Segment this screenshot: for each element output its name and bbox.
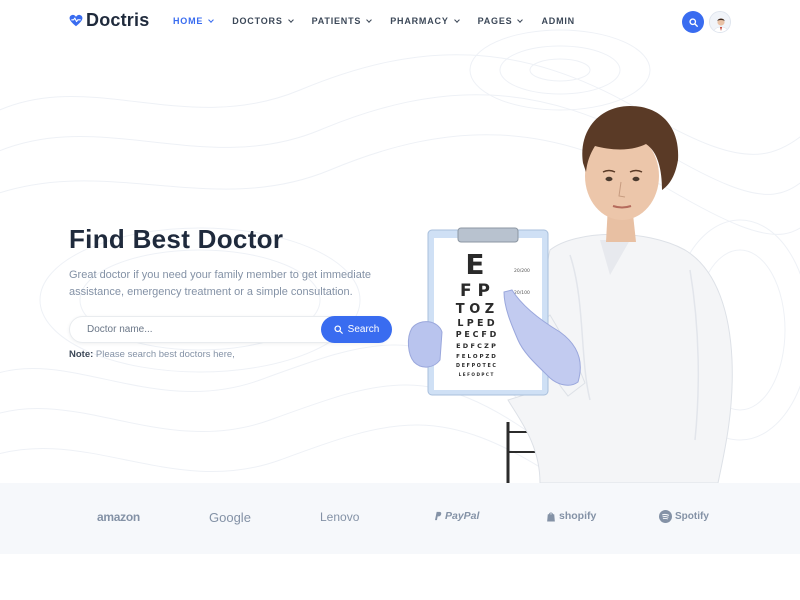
header-search-button[interactable] — [682, 11, 704, 33]
nav-label: PATIENTS — [311, 16, 362, 26]
site-header: Doctris HOME DOCTORS PATIENTS PHARMACY P… — [0, 0, 800, 44]
user-avatar[interactable] — [709, 11, 731, 33]
eye-chart-row: F E L O P Z D — [456, 354, 496, 360]
eye-chart-row: F P — [460, 281, 490, 301]
partner-logo-spotify: Spotify — [659, 510, 709, 523]
paypal-icon — [435, 511, 442, 521]
hero-description: Great doctor if you need your family mem… — [69, 269, 372, 298]
chevron-down-icon — [453, 16, 460, 23]
eye-chart-acuity: 20/200 — [514, 268, 530, 274]
nav-item-pages[interactable]: PAGES — [477, 16, 524, 26]
eye-chart-row: E — [465, 248, 484, 281]
eye-chart-row: L P E D — [457, 318, 494, 329]
search-note: Note: Please search best doctors here, — [69, 349, 235, 360]
partner-logo-lenovo: Lenovo — [320, 510, 359, 524]
doctor-hero-image: E F P T O Z L P E D P E C F D E D F C Z … — [407, 106, 733, 483]
eye-chart-acuity: 20/100 — [514, 290, 530, 296]
partner-logo-google: Google — [209, 510, 251, 525]
eye-chart-row: D E F P O T E C — [456, 363, 496, 369]
nav-label: ADMIN — [541, 16, 575, 26]
eye-chart-row: P E C F D — [456, 330, 497, 339]
nav-item-pharmacy[interactable]: PHARMACY — [390, 16, 460, 26]
chevron-down-icon — [366, 16, 373, 23]
partner-name: Spotify — [675, 511, 709, 522]
note-text: Please search best doctors here, — [93, 349, 235, 360]
note-label: Note: — [69, 349, 94, 360]
chevron-down-icon — [208, 16, 215, 23]
spotify-icon — [659, 510, 672, 523]
search-icon — [334, 325, 343, 334]
partner-logo-amazon: amazon — [97, 510, 140, 524]
nav-item-admin[interactable]: ADMIN — [541, 16, 575, 26]
search-submit-button[interactable]: Search — [321, 316, 392, 343]
nav-label: DOCTORS — [232, 16, 283, 26]
shopping-bag-icon — [547, 511, 555, 522]
chevron-down-icon — [287, 16, 294, 23]
search-icon — [688, 17, 698, 27]
nav-label: PAGES — [477, 16, 513, 26]
partner-name: Google — [209, 510, 251, 525]
nav-item-patients[interactable]: PATIENTS — [311, 16, 373, 26]
doctor-name-input[interactable] — [87, 317, 297, 342]
partner-logo-shopify: shopify — [546, 510, 596, 522]
partner-logo-paypal: PayPal — [433, 510, 479, 522]
nav-label: HOME — [173, 16, 204, 26]
partner-name: Lenovo — [320, 510, 360, 524]
doctor-avatar-icon — [710, 12, 730, 32]
doctor-search-form: Search — [69, 316, 392, 343]
eye-chart-row: E D F C Z P — [456, 342, 496, 350]
main-nav: HOME DOCTORS PATIENTS PHARMACY PAGES ADM… — [173, 16, 594, 26]
chevron-down-icon — [517, 16, 524, 23]
brand-logo[interactable]: Doctris — [69, 10, 149, 31]
nav-item-home[interactable]: HOME — [173, 16, 215, 26]
brand-name: Doctris — [86, 10, 150, 30]
eye-chart-row: L E F O D P C T — [459, 372, 494, 377]
partner-name: amazon — [97, 510, 140, 524]
partners-strip: amazon Google Lenovo PayPal shopify Spot… — [0, 483, 800, 554]
hero-title: Find Best Doctor — [69, 224, 284, 254]
heart-pulse-icon — [69, 14, 83, 26]
search-button-label: Search — [347, 324, 380, 335]
nav-item-doctors[interactable]: DOCTORS — [232, 16, 294, 26]
eye-chart-row: T O Z — [456, 302, 494, 317]
partner-name: PayPal — [445, 510, 480, 522]
nav-label: PHARMACY — [390, 16, 449, 26]
partner-name: shopify — [559, 510, 597, 522]
